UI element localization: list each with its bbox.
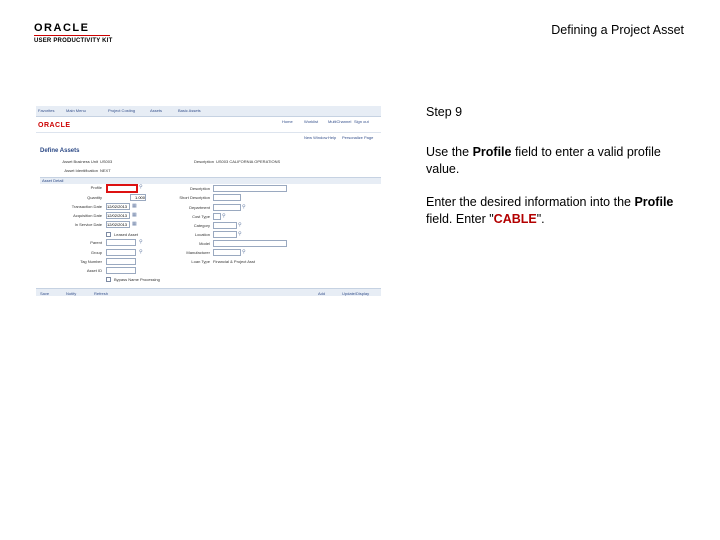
ps-page-heading: Define Assets — [40, 148, 80, 154]
ps-description-label: Description — [193, 159, 214, 164]
instruction-line-1: Use the Profile field to enter a valid p… — [426, 144, 696, 178]
ps-department-label: Department — [189, 205, 210, 210]
manufacturer-field[interactable] — [213, 249, 241, 256]
leased-asset-label: Leased Asset — [114, 232, 139, 237]
logo-oracle-text: ORACLE — [34, 22, 90, 34]
tag-number-field[interactable] — [106, 258, 136, 265]
ps-transaction-date-label: Transaction Date — [71, 204, 102, 209]
instr2-pre: Enter the desired information into the — [426, 195, 635, 209]
leased-asset-checkbox[interactable] — [106, 232, 111, 237]
bypass-checkbox[interactable] — [106, 277, 111, 282]
ps-nav-item[interactable]: Project Costing — [108, 108, 135, 113]
ps-brand-logo: ORACLE — [38, 122, 71, 129]
lookup-icon[interactable]: ⚲ — [139, 250, 143, 255]
ps-acquisition-date-label: Acquisition Date — [73, 213, 102, 218]
lookup-icon[interactable]: ⚲ — [222, 214, 226, 219]
lookup-icon[interactable]: ⚲ — [139, 185, 143, 190]
instr1-field: Profile — [472, 145, 512, 159]
parent-field[interactable] — [106, 239, 136, 246]
ps-manufacturer-label: Manufacturer — [186, 250, 210, 255]
category-field[interactable] — [213, 222, 237, 229]
ps-description-value: US003 CALIFORNIA OPERATIONS — [216, 159, 281, 164]
page-title: Defining a Project Asset — [551, 23, 684, 37]
calendar-icon[interactable]: ▦ — [132, 204, 137, 209]
ps-location-label: Location — [194, 232, 210, 237]
ps-business-unit-value: US003 — [100, 159, 113, 164]
lookup-icon[interactable]: ⚲ — [238, 232, 242, 237]
ps-nav-bar: Favorites Main Menu Project Costing Asse… — [36, 106, 381, 117]
ps-nav-item[interactable]: Assets — [150, 108, 162, 113]
cost-type-field[interactable] — [213, 213, 221, 220]
acquisition-date-field[interactable]: 12/02/2013 — [106, 212, 130, 219]
ps-sub-link[interactable]: Personalize Page — [342, 135, 373, 140]
ps-nav-item[interactable]: Favorites — [38, 108, 54, 113]
ps-nav-item[interactable]: Main Menu — [66, 108, 86, 113]
model-field[interactable] — [213, 240, 287, 247]
ps-category-label: Category — [193, 223, 210, 228]
ps-sub-link[interactable]: New Window — [304, 135, 327, 140]
oracle-upk-logo: ORACLE USER PRODUCTIVITY KIT — [34, 23, 122, 45]
asset-number-field[interactable] — [106, 267, 136, 274]
instruction-line-2: Enter the desired information into the P… — [426, 194, 696, 228]
update-display-button[interactable]: Update/Display — [342, 291, 369, 296]
loan-type-select[interactable]: Financial & Project Asst — [213, 259, 255, 264]
in-service-date-field[interactable]: 12/02/2013 — [106, 221, 130, 228]
save-button[interactable]: Save — [40, 291, 49, 296]
ps-nav-item[interactable]: Basic Assets — [178, 108, 201, 113]
ps-parent-label: Parent — [90, 240, 102, 245]
lookup-icon[interactable]: ⚲ — [139, 240, 143, 245]
group-field[interactable] — [106, 249, 136, 256]
refresh-button[interactable]: Refresh — [94, 291, 108, 296]
ps-in-service-date-label: In Service Date — [74, 222, 102, 227]
ps-quantity-label: Quantity — [87, 195, 102, 200]
notify-button[interactable]: Notify — [66, 291, 76, 296]
profile-field[interactable] — [106, 184, 138, 193]
bypass-label: Bypass Name Processing — [114, 277, 160, 282]
ps-profile-label: Profile — [90, 185, 102, 190]
application-screenshot: Favorites Main Menu Project Costing Asse… — [36, 106, 381, 296]
ps-top-link[interactable]: Home — [282, 119, 293, 124]
location-field[interactable] — [213, 231, 237, 238]
ps-sub-links: New Window Help Personalize Page — [36, 132, 381, 141]
ps-sub-link[interactable]: Help — [328, 135, 336, 140]
ps-loan-type-label: Loan Type — [191, 259, 210, 264]
logo-divider — [34, 35, 110, 36]
ps-section-header: Asset Detail — [40, 177, 381, 184]
transaction-date-field[interactable]: 12/02/2013 — [106, 203, 130, 210]
ps-top-link[interactable]: MultiChannel — [328, 119, 351, 124]
lookup-icon[interactable]: ⚲ — [242, 250, 246, 255]
calendar-icon[interactable]: ▦ — [132, 213, 137, 218]
add-button[interactable]: Add — [318, 291, 325, 296]
ps-tag-number-label: Tag Number — [80, 259, 102, 264]
instr2-field: Profile — [634, 195, 674, 209]
quantity-field[interactable]: 1.000 — [130, 194, 146, 201]
ps-description-field-label: Description — [189, 186, 210, 191]
ps-group-label: Group — [90, 250, 102, 255]
ps-asset-id-value: NEXT — [100, 168, 111, 173]
logo-upk-text: USER PRODUCTIVITY KIT — [34, 38, 113, 44]
ps-top-links: Home Worklist MultiChannel Sign out — [36, 117, 381, 126]
instruction-panel: Step 9 Use the Profile field to enter a … — [426, 104, 696, 228]
ps-asset-id-label: Asset Identification — [64, 168, 98, 173]
ps-footer-toolbar: Save Notify Refresh Add Update/Display — [36, 288, 381, 296]
lookup-icon[interactable]: ⚲ — [238, 223, 242, 228]
ps-top-link[interactable]: Sign out — [354, 119, 369, 124]
instr2-post: ". — [536, 212, 545, 226]
instr2-value: CABLE — [493, 212, 537, 226]
ps-asset-number-label: Asset ID — [86, 268, 102, 273]
ps-cost-type-label: Cost Type — [192, 214, 210, 219]
ps-top-link[interactable]: Worklist — [304, 119, 318, 124]
calendar-icon[interactable]: ▦ — [132, 222, 137, 227]
ps-short-description-label: Short Description — [179, 195, 210, 200]
ps-section-title: Asset Detail — [42, 178, 64, 183]
description-field[interactable] — [213, 185, 287, 192]
instr2-mid: field. Enter " — [426, 212, 494, 226]
short-description-field[interactable] — [213, 194, 241, 201]
instr1-pre: Use the — [426, 145, 473, 159]
department-field[interactable] — [213, 204, 241, 211]
step-number: Step 9 — [426, 105, 463, 119]
ps-business-unit-label: Asset Business Unit — [62, 159, 98, 164]
lookup-icon[interactable]: ⚲ — [242, 205, 246, 210]
ps-model-label: Model — [199, 241, 210, 246]
